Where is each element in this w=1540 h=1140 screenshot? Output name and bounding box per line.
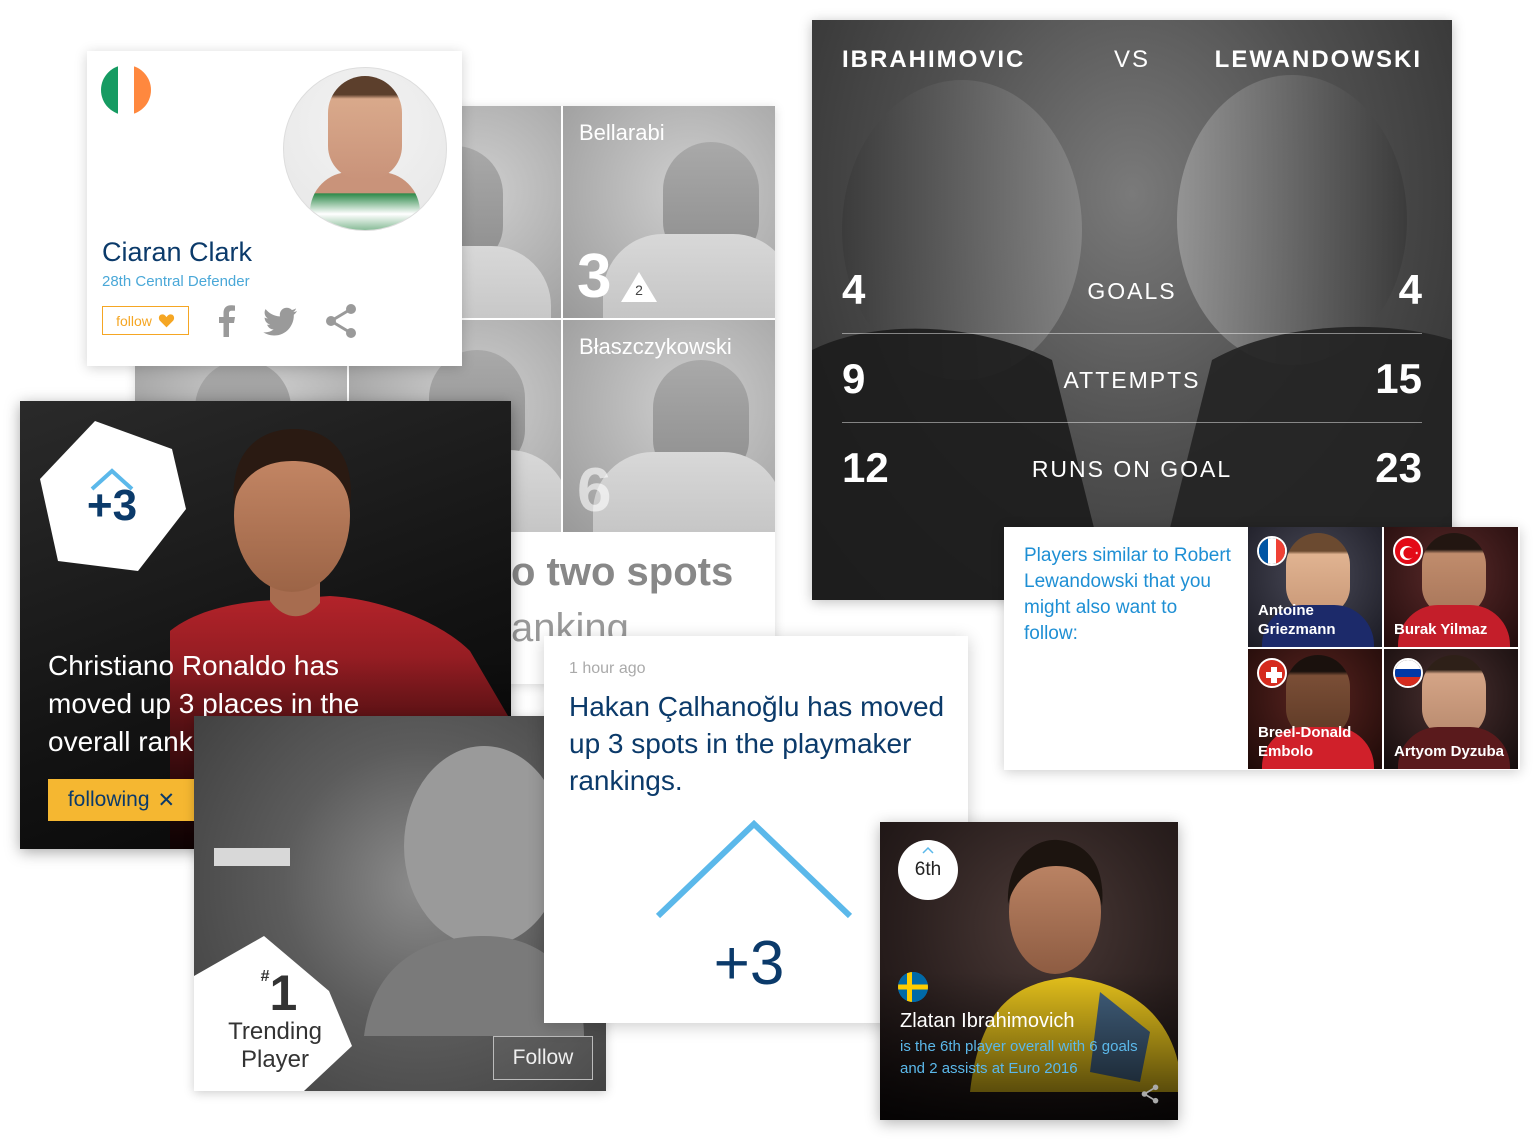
right-player-name[interactable]: LEWANDOWSKI <box>1215 46 1422 74</box>
stat-row-runs-on-goal: 12 RUNS ON GOAL 23 <box>842 424 1422 512</box>
right-stat-value: 4 <box>1398 266 1422 313</box>
divider <box>842 422 1422 423</box>
similar-player-tile[interactable]: Antoine Griezmann <box>1248 527 1382 647</box>
rank-headline: o two spots <box>511 550 734 594</box>
tile-player-name: Błaszczykowski <box>579 334 732 359</box>
timestamp: 1 hour ago <box>569 660 646 677</box>
player-name[interactable]: Ciaran Clark <box>102 237 252 268</box>
player-description: is the 6th player overall with 6 goals a… <box>900 1038 1138 1077</box>
tag-placeholder <box>214 848 290 866</box>
tile-rank-number: 6 <box>577 456 612 525</box>
chevron-up-icon <box>655 820 853 919</box>
grid-tile-blaszczykowski[interactable]: Błaszczykowski 6 <box>563 320 775 532</box>
share-icon[interactable] <box>1140 1084 1160 1104</box>
right-stat-value: 15 <box>1375 355 1422 402</box>
tile-player-name: Bellarabi <box>579 120 665 145</box>
stat-label: ATTEMPTS <box>1063 367 1201 393</box>
russia-flag-icon <box>1393 658 1423 688</box>
ireland-flag-icon <box>101 65 151 115</box>
stat-label: GOALS <box>1087 278 1177 304</box>
similar-player-tile[interactable]: Artyom Dyzuba <box>1384 649 1518 769</box>
stat-row-attempts: 9 ATTEMPTS 15 <box>842 335 1422 423</box>
tile-rank-number: 3 <box>577 242 612 311</box>
player-card-ciaran-clark: Ciaran Clark 28th Central Defender follo… <box>87 51 462 366</box>
player-name[interactable]: Zlatan Ibrahimovich <box>900 1010 1075 1033</box>
right-stat-value: 23 <box>1375 444 1422 491</box>
versus-card[interactable]: IBRAHIMOVIC VS LEWANDOWSKI 4 GOALS 4 9 A… <box>812 20 1452 600</box>
divider <box>842 333 1422 334</box>
trending-rank: #1 <box>234 968 324 1018</box>
avatar <box>283 67 447 231</box>
sweden-flag-icon <box>898 972 928 1002</box>
follow-button[interactable]: follow <box>102 306 189 335</box>
follow-label: follow <box>116 312 152 329</box>
france-flag-icon <box>1257 536 1287 566</box>
ranking-message: Hakan Çalhanoğlu has moved up 3 spots in… <box>569 691 945 796</box>
similar-player-tile[interactable]: Burak Yilmaz <box>1384 527 1518 647</box>
rank-change-value: +3 <box>86 481 138 530</box>
switzerland-flag-icon <box>1257 658 1287 688</box>
similar-player-name: Antoine Griezmann <box>1258 602 1336 638</box>
similar-player-name: Burak Yilmaz <box>1394 621 1488 638</box>
similar-players-card: Players similar to Robert Lewandowski th… <box>1004 527 1520 770</box>
similar-players-message: Players similar to Robert Lewandowski th… <box>1024 545 1231 644</box>
similar-player-name: Breel-Donald Embolo <box>1258 724 1352 760</box>
chevron-up-icon <box>922 846 934 854</box>
trending-rank-hash: # <box>260 968 270 985</box>
follow-button[interactable]: Follow <box>493 1036 593 1080</box>
rank-label: 6th <box>914 859 942 880</box>
trending-label: Trending Player <box>228 1018 322 1073</box>
player-role: 28th Central Defender <box>102 273 250 290</box>
twitter-icon[interactable] <box>263 303 299 339</box>
following-label: following <box>67 788 150 811</box>
stat-label: RUNS ON GOAL <box>1031 456 1233 482</box>
rank-change-value: +3 <box>713 929 785 998</box>
share-icon[interactable] <box>323 303 359 339</box>
similar-player-name: Artyom Dyzuba <box>1394 743 1505 760</box>
turkey-flag-icon <box>1393 536 1423 566</box>
close-icon[interactable]: ✕ <box>158 788 176 813</box>
heart-icon <box>158 314 175 328</box>
facebook-icon[interactable] <box>209 303 245 339</box>
rank-change-badge: 2 <box>619 270 659 304</box>
following-button[interactable]: following ✕ <box>48 779 195 821</box>
stat-row-goals: 4 GOALS 4 <box>842 246 1422 334</box>
grid-tile-bellarabi[interactable]: Bellarabi 3 2 <box>563 106 775 318</box>
player-card-zlatan[interactable]: 6th Zlatan Ibrahimovich is the 6th playe… <box>880 822 1178 1120</box>
rank-change-value: 2 <box>635 282 643 298</box>
trending-rank-number: 1 <box>269 965 298 1021</box>
similar-player-tile[interactable]: Breel-Donald Embolo <box>1248 649 1382 769</box>
